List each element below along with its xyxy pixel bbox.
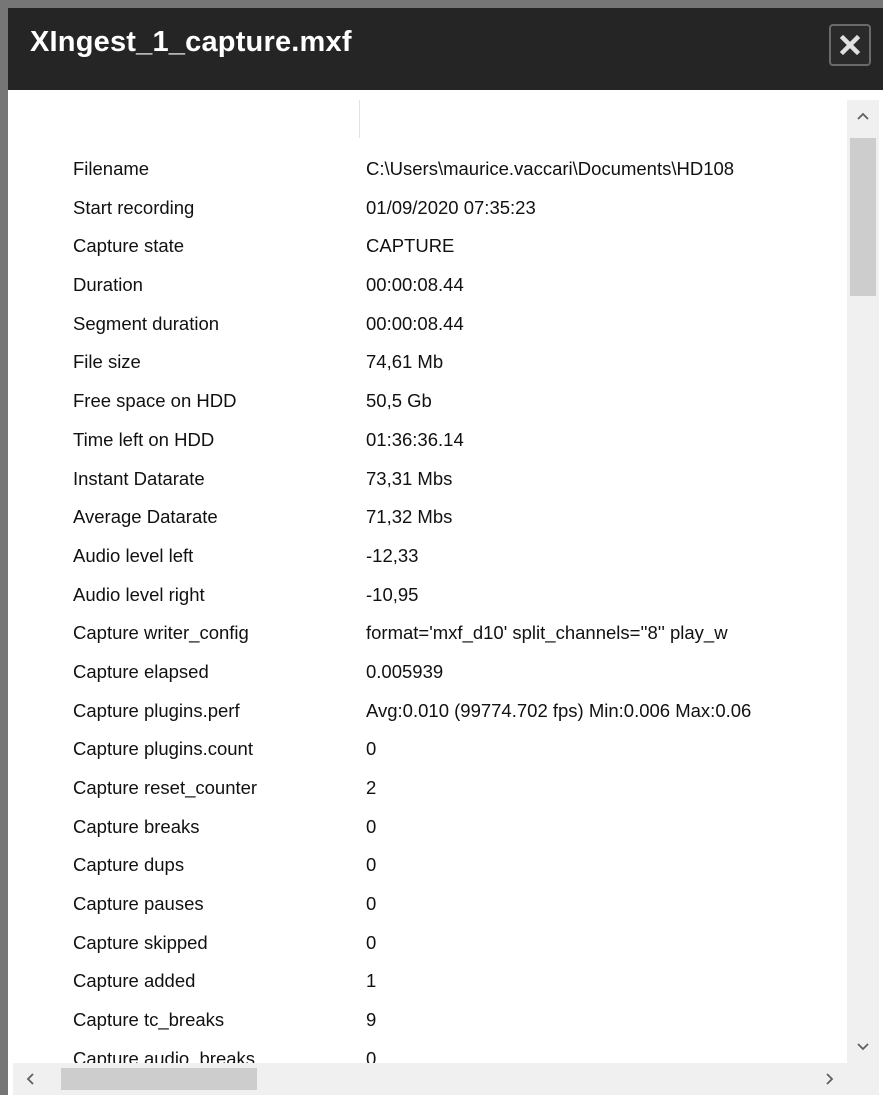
property-value: 50,5 Gb [366, 390, 432, 412]
column-divider[interactable] [359, 100, 360, 138]
property-row[interactable]: Time left on HDD 01:36:36.14 [13, 429, 847, 468]
property-name: Capture state [73, 235, 185, 257]
property-value: 0.005939 [366, 660, 444, 682]
property-name: Free space on HDD [73, 390, 237, 412]
properties-window: XIngest_1_capture.mxf Filename C:\Users\m… [0, 0, 883, 1095]
property-name: Capture tc_breaks [73, 1009, 225, 1031]
property-name: Capture breaks [73, 815, 200, 837]
property-row[interactable]: File size 74,61 Mb [13, 351, 847, 390]
property-name: Capture writer_config [73, 622, 249, 644]
properties-rows: Filename C:\Users\maurice.vaccari\Documen… [13, 158, 847, 1063]
property-name: Instant Datarate [73, 467, 205, 489]
property-value: 1 [366, 970, 377, 992]
property-value: -12,33 [366, 544, 419, 566]
horizontal-scroll-thumb[interactable] [61, 1068, 257, 1090]
property-value: C:\Users\maurice.vaccari\Documents\HD108 [366, 158, 735, 179]
property-name: Audio level right [73, 583, 205, 605]
property-name: Capture reset_counter [73, 777, 258, 798]
content-area: Filename C:\Users\maurice.vaccari\Documen… [8, 90, 883, 1095]
chevron-left-icon [26, 1073, 34, 1085]
property-name: Duration [73, 274, 143, 296]
property-row[interactable]: Capture skipped 0 [13, 932, 847, 971]
property-row[interactable]: Capture added 1 [13, 970, 847, 1009]
close-button[interactable] [829, 24, 871, 66]
property-row[interactable]: Capture reset_counter 2 [13, 777, 847, 816]
scroll-right-button[interactable] [813, 1063, 847, 1095]
chevron-down-icon [857, 1043, 869, 1051]
property-row[interactable]: Capture pauses 0 [13, 893, 847, 932]
property-value: 0 [366, 931, 377, 953]
property-value: 2 [366, 777, 377, 798]
property-row[interactable]: Capture tc_breaks 9 [13, 1009, 847, 1048]
property-row[interactable]: Capture breaks 0 [13, 816, 847, 855]
property-value: 01:36:36.14 [366, 428, 464, 450]
property-value: 00:00:08.44 [366, 274, 464, 296]
property-name: Capture plugins.count [73, 738, 253, 760]
property-row[interactable]: Capture audio_breaks 0 [13, 1048, 847, 1063]
property-value: 0 [366, 815, 377, 837]
scrollbar-corner [847, 1063, 879, 1095]
property-value: 0 [366, 1047, 377, 1063]
property-value: 01/09/2020 07:35:23 [366, 196, 536, 218]
property-value: format='mxf_d10' split_channels=''8'' pl… [366, 622, 728, 644]
property-name: Capture skipped [73, 931, 208, 953]
property-row[interactable]: Audio level right -10,95 [13, 584, 847, 623]
property-name: Capture audio_breaks [73, 1047, 256, 1063]
property-name: Time left on HDD [73, 428, 215, 450]
property-row[interactable]: Audio level left -12,33 [13, 545, 847, 584]
property-value: 0 [366, 738, 377, 760]
vertical-scroll-thumb[interactable] [850, 138, 876, 296]
property-name: Start recording [73, 196, 195, 218]
property-row[interactable]: Capture elapsed 0.005939 [13, 661, 847, 700]
property-name: Audio level left [73, 544, 194, 566]
property-row[interactable]: Start recording 01/09/2020 07:35:23 [13, 197, 847, 236]
chevron-up-icon [857, 112, 869, 120]
property-value: Avg:0.010 (99774.702 fps) Min:0.006 Max:… [366, 699, 752, 721]
property-value: 9 [366, 1009, 377, 1031]
properties-list[interactable]: Filename C:\Users\maurice.vaccari\Documen… [13, 100, 847, 1063]
horizontal-scrollbar[interactable] [13, 1063, 847, 1095]
property-name: File size [73, 351, 141, 373]
property-row[interactable]: Capture dups 0 [13, 854, 847, 893]
property-value: 71,32 Mbs [366, 506, 453, 528]
property-value: 0 [366, 893, 377, 915]
property-row[interactable]: Instant Datarate 73,31 Mbs [13, 468, 847, 507]
property-value: 00:00:08.44 [366, 312, 464, 334]
scroll-up-button[interactable] [847, 100, 879, 132]
property-name: Filename [73, 158, 150, 179]
chevron-right-icon [826, 1073, 834, 1085]
vertical-scrollbar[interactable] [847, 100, 879, 1063]
window-title: XIngest_1_capture.mxf [30, 26, 352, 58]
property-row[interactable]: Duration 00:00:08.44 [13, 274, 847, 313]
property-name: Segment duration [73, 312, 220, 334]
property-value: 74,61 Mb [366, 351, 444, 373]
property-row[interactable]: Segment duration 00:00:08.44 [13, 313, 847, 352]
property-name: Capture added [73, 970, 196, 992]
property-value: 73,31 Mbs [366, 467, 453, 489]
property-value: CAPTURE [366, 235, 455, 257]
title-bar[interactable]: XIngest_1_capture.mxf [8, 8, 883, 90]
property-row[interactable]: Free space on HDD 50,5 Gb [13, 390, 847, 429]
property-row[interactable]: Capture writer_config format='mxf_d10' s… [13, 622, 847, 661]
property-row[interactable]: Filename C:\Users\maurice.vaccari\Documen… [13, 158, 847, 197]
scroll-down-button[interactable] [847, 1031, 879, 1063]
property-value: 0 [366, 854, 377, 876]
property-value: -10,95 [366, 583, 419, 605]
property-name: Capture pauses [73, 893, 204, 915]
scroll-left-button[interactable] [13, 1063, 47, 1095]
property-name: Capture elapsed [73, 660, 209, 682]
close-icon [839, 34, 861, 56]
property-name: Capture plugins.perf [73, 699, 240, 721]
property-row[interactable]: Capture plugins.count 0 [13, 738, 847, 777]
property-name: Average Datarate [73, 506, 218, 528]
property-row[interactable]: Capture state CAPTURE [13, 235, 847, 274]
property-row[interactable]: Capture plugins.perf Avg:0.010 (99774.702… [13, 700, 847, 739]
property-row[interactable]: Average Datarate 71,32 Mbs [13, 506, 847, 545]
property-name: Capture dups [73, 854, 185, 876]
